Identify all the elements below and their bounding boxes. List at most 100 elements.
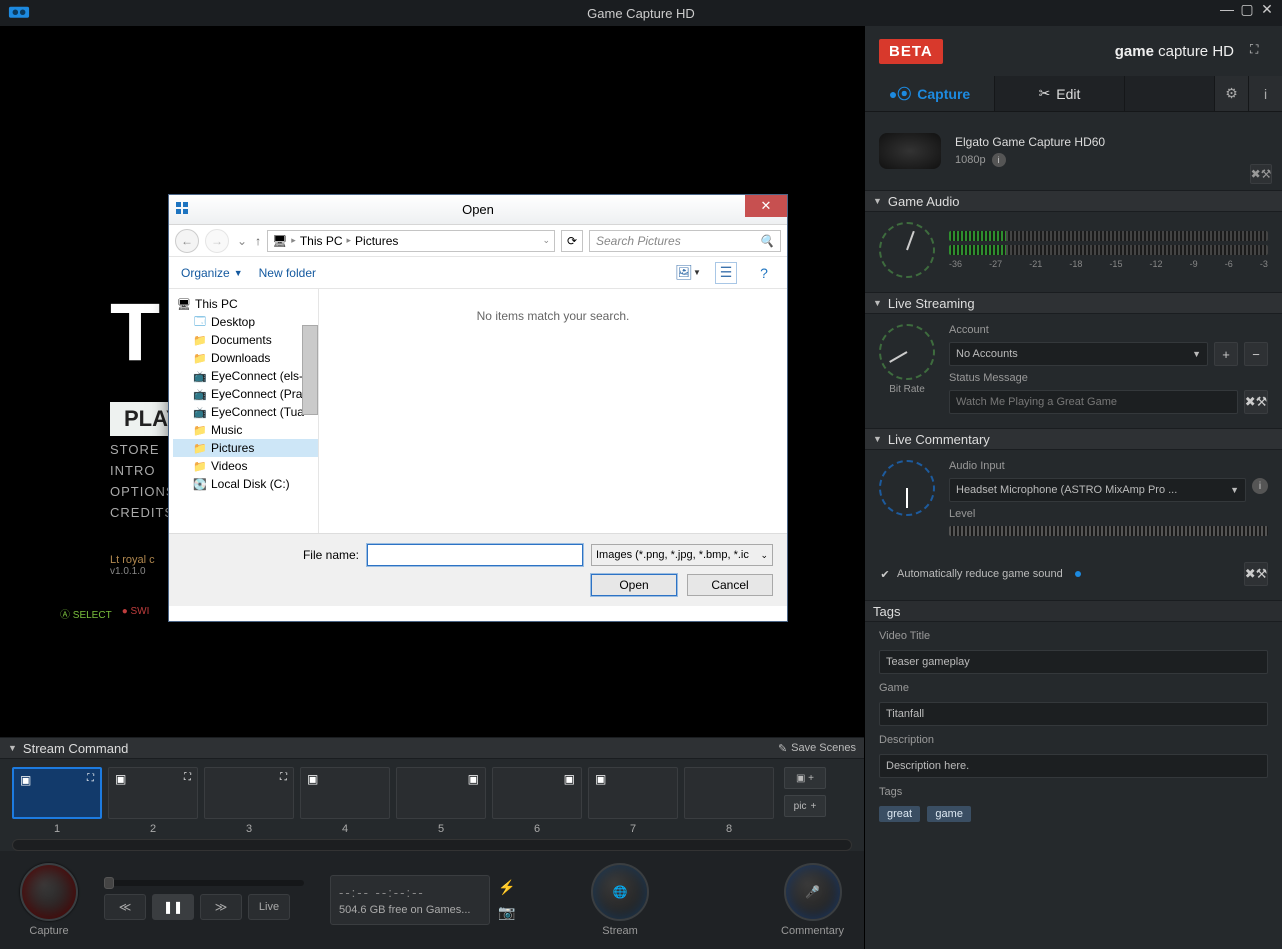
tag-chip[interactable]: game bbox=[927, 806, 971, 822]
tree-thispc[interactable]: 🖥This PC bbox=[173, 295, 318, 313]
scene-1[interactable]: ▣⛶1 bbox=[12, 767, 102, 835]
streaming-settings-button[interactable]: ✖⚒ bbox=[1244, 390, 1268, 414]
dialog-icon bbox=[175, 201, 193, 219]
info-button[interactable]: i bbox=[1248, 76, 1282, 111]
live-commentary-section: ▼Live Commentary Audio Input Headset Mic… bbox=[865, 428, 1282, 600]
audio-input-select[interactable]: Headset Microphone (ASTRO MixAmp Pro ...… bbox=[949, 478, 1246, 502]
tree-documents[interactable]: 📁Documents bbox=[173, 331, 318, 349]
game-audio-dial[interactable] bbox=[879, 222, 935, 278]
scenes-scrollbar[interactable] bbox=[12, 839, 852, 851]
open-button[interactable]: Open bbox=[591, 574, 677, 596]
device-info-icon[interactable]: i bbox=[992, 153, 1006, 167]
video-title-input[interactable]: Teaser gameplay bbox=[879, 650, 1268, 674]
rewind-button[interactable]: ≪ bbox=[104, 894, 146, 920]
pause-button[interactable]: ❚❚ bbox=[152, 894, 194, 920]
tree-scrollbar[interactable] bbox=[302, 325, 318, 415]
search-input[interactable]: Search Pictures 🔍 bbox=[589, 230, 781, 252]
playback-slider[interactable] bbox=[104, 880, 304, 886]
tree-videos[interactable]: 📁Videos bbox=[173, 457, 318, 475]
view-details-icon[interactable]: ☰ bbox=[715, 262, 737, 284]
tree-eyeconnect-2[interactable]: 📺EyeConnect (Pra bbox=[173, 385, 318, 403]
scene-7[interactable]: ▣7 bbox=[588, 767, 678, 835]
tag-chip[interactable]: great bbox=[879, 806, 920, 822]
screenshot-icon[interactable]: 📷 bbox=[498, 904, 515, 921]
brand-text: game capture HD bbox=[1115, 43, 1234, 60]
audio-info-icon[interactable]: i bbox=[1252, 478, 1268, 494]
folder-tree[interactable]: 🖥This PC 🗔Desktop 📁Documents 📁Downloads … bbox=[169, 289, 319, 533]
tree-eyeconnect-3[interactable]: 📺EyeConnect (Tua bbox=[173, 403, 318, 421]
settings-button[interactable]: ⚙ bbox=[1214, 76, 1248, 111]
close-button[interactable]: ✕ bbox=[1258, 0, 1276, 18]
collapse-icon[interactable]: ▼ bbox=[8, 743, 17, 753]
window-title: Game Capture HD bbox=[587, 6, 695, 21]
scene-4[interactable]: ▣4 bbox=[300, 767, 390, 835]
tree-pictures[interactable]: 📁Pictures bbox=[173, 439, 318, 457]
dialog-close-button[interactable]: ✕ bbox=[745, 195, 787, 217]
maximize-button[interactable]: ▢ bbox=[1238, 0, 1256, 18]
scene-2[interactable]: ▣⛶2 bbox=[108, 767, 198, 835]
add-pic-scene-button[interactable]: pic + bbox=[784, 795, 826, 817]
organize-menu[interactable]: Organize ▼ bbox=[181, 266, 243, 280]
tree-eyeconnect-1[interactable]: 📺EyeConnect (els- bbox=[173, 367, 318, 385]
right-panel: BETA game capture HD ⛶ ●⦿Capture ✂Edit ⚙… bbox=[864, 26, 1282, 949]
flashback-icon[interactable]: ⚡ bbox=[498, 879, 515, 896]
save-scenes-button[interactable]: ✎Save Scenes bbox=[778, 742, 856, 755]
commentary-dial[interactable] bbox=[879, 460, 935, 516]
forward-button[interactable]: ≫ bbox=[200, 894, 242, 920]
gear-icon: ⚙ bbox=[1225, 85, 1238, 102]
open-file-dialog: Open ✕ ← → ⌄ ↑ 🖥 ▸ This PC ▸ Pictures ⌄ bbox=[168, 194, 788, 622]
remove-account-button[interactable]: − bbox=[1244, 342, 1268, 366]
tree-localdisk[interactable]: 💽Local Disk (C:) bbox=[173, 475, 318, 493]
tree-music[interactable]: 📁Music bbox=[173, 421, 318, 439]
tab-edit[interactable]: ✂Edit bbox=[995, 76, 1125, 111]
help-icon[interactable]: ? bbox=[753, 262, 775, 284]
scene-label: 3 bbox=[204, 823, 294, 835]
record-button[interactable] bbox=[20, 863, 78, 921]
scene-5[interactable]: ▣5 bbox=[396, 767, 486, 835]
commentary-settings-button[interactable]: ✖⚒ bbox=[1244, 562, 1268, 586]
description-input[interactable]: Description here. bbox=[879, 754, 1268, 778]
commentary-button[interactable]: 🎤 bbox=[784, 863, 842, 921]
stream-button[interactable]: 🌐 bbox=[591, 863, 649, 921]
view-preview-icon[interactable]: 🖼 ▼ bbox=[677, 262, 699, 284]
tree-downloads[interactable]: 📁Downloads bbox=[173, 349, 318, 367]
filetype-filter[interactable]: Images (*.png, *.jpg, *.bmp, *.ic⌄ bbox=[591, 544, 773, 566]
address-bar[interactable]: 🖥 ▸ This PC ▸ Pictures ⌄ bbox=[267, 230, 555, 252]
fullscreen-icon[interactable]: ⛶ bbox=[1250, 42, 1268, 60]
minimize-button[interactable]: — bbox=[1218, 0, 1236, 18]
breadcrumb-pictures[interactable]: Pictures bbox=[355, 234, 398, 248]
new-folder-button[interactable]: New folder bbox=[259, 266, 316, 280]
tags-section: Tags Video Title Teaser gameplay Game Ti… bbox=[865, 600, 1282, 836]
game-input[interactable]: Titanfall bbox=[879, 702, 1268, 726]
nav-forward-button[interactable]: → bbox=[205, 229, 229, 253]
db-label: -21 bbox=[1029, 259, 1042, 269]
stream-label: Stream bbox=[602, 925, 637, 937]
db-label: -18 bbox=[1069, 259, 1082, 269]
nav-recent-dropdown[interactable]: ⌄ bbox=[235, 234, 249, 248]
pencil-icon: ✎ bbox=[778, 742, 787, 755]
scene-3[interactable]: ⛶3 bbox=[204, 767, 294, 835]
account-select[interactable]: No Accounts▼ bbox=[949, 342, 1208, 366]
device-settings-button[interactable]: ✖⚒ bbox=[1250, 164, 1272, 184]
auto-reduce-checkbox[interactable]: ✔ bbox=[879, 568, 891, 580]
status-input[interactable]: Watch Me Playing a Great Game bbox=[949, 390, 1238, 414]
filename-input[interactable] bbox=[367, 544, 583, 566]
scene-8[interactable]: 8 bbox=[684, 767, 774, 835]
bitrate-dial[interactable] bbox=[879, 324, 935, 380]
breadcrumb-thispc[interactable]: This PC bbox=[300, 234, 343, 248]
tab-capture[interactable]: ●⦿Capture bbox=[865, 76, 995, 111]
nav-up-button[interactable]: ↑ bbox=[255, 234, 261, 248]
add-cam-scene-button[interactable]: ▣ + bbox=[784, 767, 826, 789]
add-account-button[interactable]: + bbox=[1214, 342, 1238, 366]
scene-label: 5 bbox=[396, 823, 486, 835]
cancel-button[interactable]: Cancel bbox=[687, 574, 773, 596]
capture-icon: ●⦿ bbox=[889, 84, 911, 104]
live-button[interactable]: Live bbox=[248, 894, 290, 920]
nav-back-button[interactable]: ← bbox=[175, 229, 199, 253]
refresh-button[interactable]: ⟳ bbox=[561, 230, 583, 252]
db-label: -9 bbox=[1190, 259, 1198, 269]
game-audio-section: ▼Game Audio -36 -27 -21 -18 -15 -12 -9 bbox=[865, 190, 1282, 292]
tree-desktop[interactable]: 🗔Desktop bbox=[173, 313, 318, 331]
commentary-level-meter bbox=[949, 526, 1268, 536]
scene-6[interactable]: ▣6 bbox=[492, 767, 582, 835]
